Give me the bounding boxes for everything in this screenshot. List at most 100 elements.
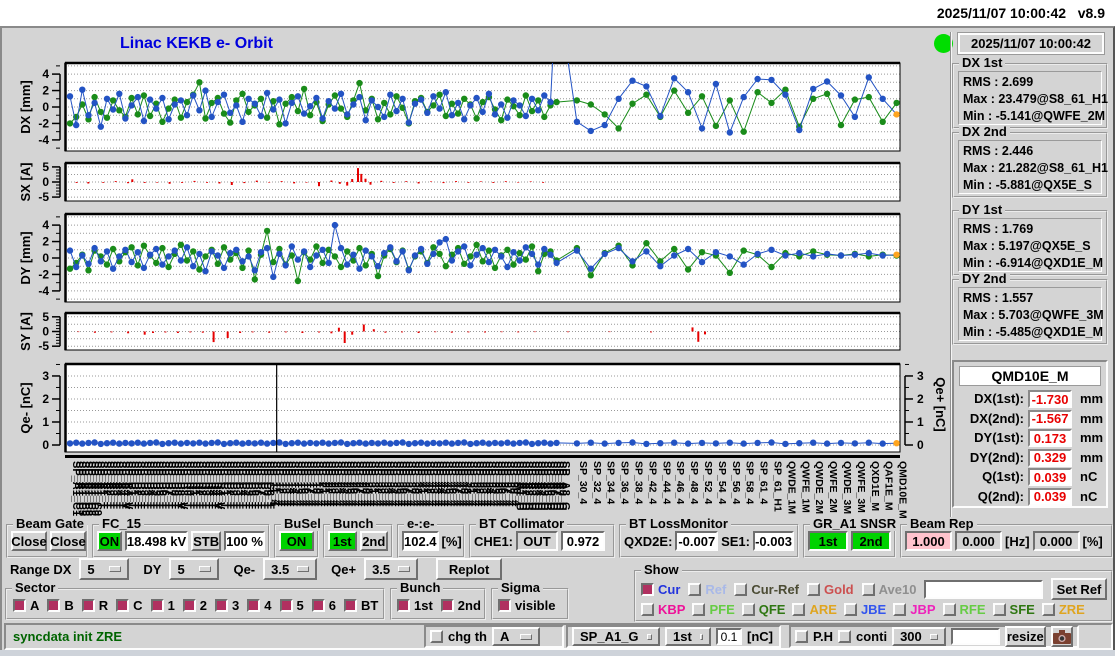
checkbox-icon[interactable] xyxy=(792,603,806,616)
checkbox-icon[interactable] xyxy=(734,582,748,596)
bunch-1st-button[interactable]: 1st xyxy=(328,531,357,551)
camera-button[interactable] xyxy=(1050,626,1073,647)
checkbox-icon[interactable] xyxy=(182,599,196,612)
sector-c[interactable]: C xyxy=(116,598,143,613)
set-ref-button[interactable]: Set Ref xyxy=(1051,578,1107,600)
show-ref[interactable]: Ref xyxy=(688,582,726,597)
sector-bt[interactable]: BT xyxy=(343,598,378,613)
checkbox-icon[interactable] xyxy=(942,603,956,616)
chg-th-label: chg th xyxy=(448,629,487,644)
sector-3[interactable]: 3 xyxy=(215,598,239,613)
busel-on-button[interactable]: ON xyxy=(279,531,314,551)
sector-5[interactable]: 5 xyxy=(279,598,304,613)
checkbox-icon[interactable] xyxy=(861,582,875,596)
checkbox-icon[interactable] xyxy=(893,603,907,616)
sector-1[interactable]: 1 xyxy=(150,598,175,613)
range-dx-select[interactable]: 5 xyxy=(79,558,130,580)
show-cur[interactable]: Cur xyxy=(641,582,680,597)
ph-checkbox[interactable] xyxy=(795,630,808,643)
stats-line: Min : -5.485@QXD1E_M xyxy=(963,325,1104,339)
replot-button[interactable]: Replot xyxy=(436,558,503,580)
checkbox-icon[interactable] xyxy=(498,599,511,612)
conti-checkbox[interactable] xyxy=(838,630,851,643)
show-rfe[interactable]: RFE xyxy=(942,602,986,617)
range-dy-select[interactable]: 5 xyxy=(169,558,220,580)
th-select[interactable]: A xyxy=(492,627,540,646)
acquisition-panel: P.H conti 300 resize xyxy=(789,625,1079,648)
svg-text:1: 1 xyxy=(42,415,49,429)
bunch-2nd-button[interactable]: 2nd xyxy=(359,531,388,551)
svg-text:Qe- [nC]: Qe- [nC] xyxy=(18,382,33,433)
checkbox-icon[interactable] xyxy=(279,599,293,612)
show-zre[interactable]: ZRE xyxy=(1041,602,1085,617)
blank-entry[interactable] xyxy=(951,628,1000,645)
checkbox-icon[interactable] xyxy=(116,599,130,612)
checkbox-icon[interactable] xyxy=(741,603,755,616)
show-pfe[interactable]: PFE xyxy=(692,602,735,617)
beam-gate-close-button[interactable]: Close xyxy=(11,531,47,551)
group-bt-lossmonitor: BT LossMonitor QXD2E: -0.007 SE1: -0.003 xyxy=(619,517,799,558)
bunch-1st[interactable]: 1st xyxy=(397,598,433,613)
show-cur-ref[interactable]: Cur-Ref xyxy=(734,582,799,597)
show-are[interactable]: ARE xyxy=(792,602,837,617)
checkbox-icon[interactable] xyxy=(992,603,1006,616)
qmd-row: Q(2nd): 0.039 nC xyxy=(954,487,1106,507)
resize-button[interactable]: resize xyxy=(1004,626,1046,647)
fc15-stb-button[interactable]: STB xyxy=(191,531,222,551)
show-jbe[interactable]: JBE xyxy=(843,602,886,617)
checkbox-icon[interactable] xyxy=(81,599,95,612)
checkbox-icon[interactable] xyxy=(1041,603,1055,616)
checkbox-icon[interactable] xyxy=(150,599,164,612)
checkbox-icon[interactable] xyxy=(641,603,654,616)
conti-label: conti xyxy=(856,629,888,644)
checkbox-icon[interactable] xyxy=(692,603,706,616)
checkbox-icon[interactable] xyxy=(440,599,454,612)
orbit-plots: 4 2 0 -2 -4 DX [mm] 5 0 -5 SX [A] 4 2 0 -2 -4 DY [mm] 5 0… xyxy=(2,28,950,548)
checkbox-icon[interactable] xyxy=(397,599,410,612)
fc15-on-button[interactable]: ON xyxy=(97,531,122,551)
checkbox-icon[interactable] xyxy=(247,599,261,612)
show-kbp[interactable]: KBP xyxy=(641,602,685,617)
count-select[interactable]: 300 xyxy=(892,627,947,646)
group-beam-rep: Beam Rep 1.000 0.000 [Hz] 0.000 [%] xyxy=(900,517,1113,558)
threshold-entry[interactable]: 0.1 xyxy=(716,628,742,645)
qmd-panel: QMD10E_M DX(1st): -1.730 mm DX(2nd): -1.567 m… xyxy=(952,360,1108,508)
checkbox-icon[interactable] xyxy=(641,582,654,596)
show-sfe[interactable]: SFE xyxy=(992,602,1035,617)
range-qem-select[interactable]: 3.5 xyxy=(263,558,318,580)
sector-r[interactable]: R xyxy=(81,598,108,613)
qmd-row: DX(2nd): -1.567 mm xyxy=(954,409,1106,429)
show-ave10[interactable]: Ave10 xyxy=(861,582,916,597)
group-sector: Sector A B R C 1 2 3 4 5 6 BT xyxy=(5,581,385,620)
sector-b[interactable]: B xyxy=(47,598,74,613)
sector-6[interactable]: 6 xyxy=(311,598,336,613)
sector-2[interactable]: 2 xyxy=(182,598,207,613)
stats-box-dy-2nd: DY 2nd RMS : 1.557 Max : 5.703@QWFE_3M Min … xyxy=(952,272,1108,345)
show-gold[interactable]: Gold xyxy=(807,582,854,597)
sigma-visible[interactable]: visible xyxy=(498,598,555,613)
dropdown-indicator-icon xyxy=(199,566,212,572)
svg-text:3: 3 xyxy=(917,369,924,383)
checkbox-icon[interactable] xyxy=(843,603,857,616)
checkbox-icon[interactable] xyxy=(807,582,821,596)
chg-th-checkbox[interactable] xyxy=(430,630,443,643)
beam-gate-close-button[interactable]: Close xyxy=(50,531,86,551)
sector-4[interactable]: 4 xyxy=(247,598,272,613)
ref-entry[interactable] xyxy=(924,579,1043,599)
sector-a[interactable]: A xyxy=(13,598,39,613)
checkbox-icon[interactable] xyxy=(13,599,26,612)
checkbox-icon[interactable] xyxy=(215,599,229,612)
monitor-select[interactable]: SP_A1_G xyxy=(572,627,660,646)
show-jbp[interactable]: JBP xyxy=(893,602,936,617)
bunch-2nd[interactable]: 2nd xyxy=(440,598,481,613)
range-qep-select[interactable]: 3.5 xyxy=(364,558,419,580)
bunch-select-dd[interactable]: 1st xyxy=(665,627,711,646)
range-dx-label: Range DX xyxy=(10,561,72,577)
checkbox-icon[interactable] xyxy=(47,599,61,612)
checkbox-icon[interactable] xyxy=(688,582,702,596)
show-qfe[interactable]: QFE xyxy=(741,602,785,617)
stats-line: RMS : 1.557 xyxy=(963,291,1034,305)
checkbox-icon[interactable] xyxy=(343,599,357,612)
checkbox-icon[interactable] xyxy=(311,599,325,612)
svg-text:2: 2 xyxy=(42,84,49,98)
